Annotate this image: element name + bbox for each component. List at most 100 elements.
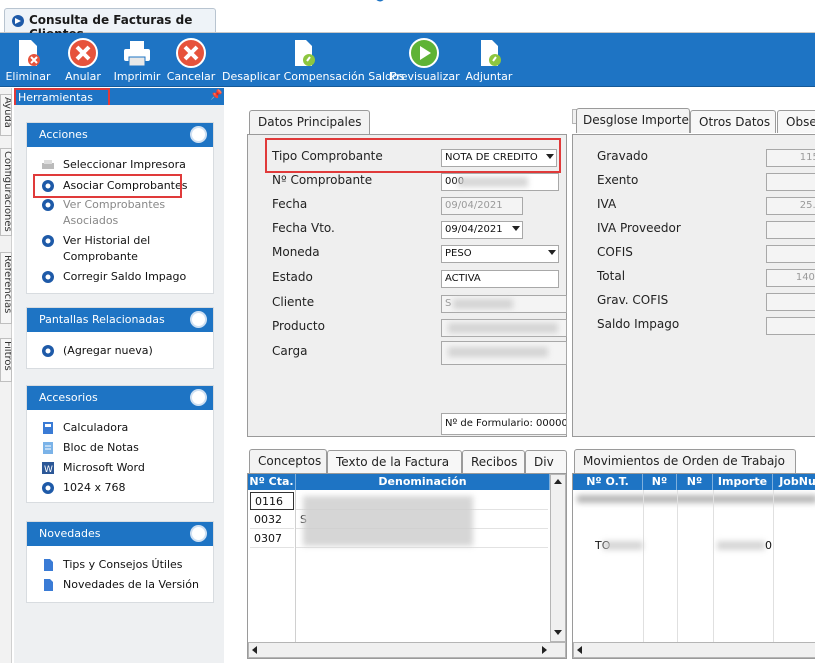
- horizontal-scrollbar[interactable]: [248, 642, 566, 658]
- link-icon: [42, 199, 54, 211]
- tab-configuraciones[interactable]: Configuraciones: [0, 148, 12, 236]
- side-panel: Acciones Seleccionar Impresora Asociar C…: [14, 105, 224, 663]
- attach-doc-icon: [481, 40, 501, 66]
- app-icon: [12, 15, 24, 27]
- column-header-ot[interactable]: Nº O.T.: [573, 474, 643, 490]
- collapse-icon[interactable]: [190, 389, 207, 406]
- novedades-version-link[interactable]: Novedades de la Versión: [41, 577, 199, 593]
- cancel-x-icon: [68, 38, 98, 68]
- scroll-left-icon[interactable]: [252, 646, 257, 654]
- agregar-nueva-link[interactable]: (Agregar nueva): [41, 343, 153, 359]
- table-row-cell[interactable]: 0307: [250, 530, 294, 548]
- tab-otros-datos[interactable]: Otros Datos: [690, 110, 776, 133]
- tab-conceptos[interactable]: Conceptos: [249, 449, 327, 474]
- tab-texto-factura[interactable]: Texto de la Factura: [327, 450, 462, 473]
- desaplicar-compensacion-button[interactable]: Desaplicar Compensación Saldos: [222, 35, 404, 85]
- tab-div[interactable]: Div: [525, 450, 567, 473]
- accesorios-group: Accesorios Calculadora Bloc de Notas W M…: [26, 385, 214, 503]
- scroll-up-icon[interactable]: [554, 479, 562, 484]
- delete-doc-icon: [19, 40, 40, 66]
- play-icon: [409, 38, 439, 68]
- scroll-right-icon[interactable]: [542, 646, 547, 654]
- gravado-field: 115.: [766, 149, 815, 167]
- bloc-notas-link[interactable]: Bloc de Notas: [41, 440, 139, 456]
- printer-icon: [124, 41, 150, 67]
- tab-desglose-importe[interactable]: Desglose Importe: [576, 108, 690, 133]
- grav-cofis-field: [766, 293, 815, 311]
- pantallas-group-header[interactable]: Pantallas Relacionadas: [27, 308, 213, 332]
- column-header-cli[interactable]: Nº Cli: [643, 474, 677, 501]
- tab-movimientos[interactable]: Movimientos de Orden de Trabajo: [574, 449, 796, 474]
- formulario-field: Nº de Formulario: 000000: [441, 413, 567, 435]
- scroll-left-icon[interactable]: [577, 646, 582, 654]
- pin-icon[interactable]: 📌: [210, 90, 222, 102]
- ver-historial-link[interactable]: Ver Historial del Comprobante: [41, 233, 150, 265]
- column-header-jobnu[interactable]: JobNu: [773, 474, 815, 490]
- chevron-down-icon: [512, 226, 520, 231]
- tipo-comprobante-select[interactable]: NOTA DE CREDITO: [441, 149, 557, 167]
- conceptos-grid: Nº Cta. Denominación 0116 0032 0307 S: [247, 473, 567, 659]
- chevron-down-icon: [546, 154, 554, 159]
- vertical-scrollbar[interactable]: [550, 474, 566, 642]
- tab-datos-principales[interactable]: Datos Principales: [249, 110, 370, 135]
- column-header-denominacion[interactable]: Denominación: [296, 474, 550, 490]
- redacted-block: [303, 496, 473, 546]
- corregir-saldo-link[interactable]: Corregir Saldo Impago: [41, 269, 186, 285]
- tips-link[interactable]: Tips y Consejos Útiles: [41, 557, 183, 573]
- redacted-block: [717, 541, 765, 550]
- collapse-icon[interactable]: [190, 311, 207, 328]
- document-icon: [295, 40, 315, 66]
- tab-referencias[interactable]: Referencias: [0, 252, 12, 324]
- total-field: 140.(: [766, 269, 815, 287]
- anular-button[interactable]: Anular: [60, 35, 106, 85]
- datos-panel: Tipo Comprobante NOTA DE CREDITO Nº Comp…: [247, 134, 567, 437]
- calculator-icon: [43, 422, 53, 434]
- column-header-cta[interactable]: Nº Cta: [677, 474, 713, 501]
- exento-field: [766, 173, 815, 191]
- scroll-down-icon[interactable]: [554, 630, 562, 635]
- novedades-group-header[interactable]: Novedades: [27, 522, 213, 546]
- fecha-input[interactable]: 09/04/2021: [441, 197, 523, 215]
- iva-proveedor-field: [766, 221, 815, 239]
- herramientas-header: Herramientas: [14, 88, 224, 105]
- seleccionar-impresora-link[interactable]: Seleccionar Impresora: [41, 157, 186, 173]
- collapse-icon[interactable]: [190, 525, 207, 542]
- collapse-icon[interactable]: [190, 126, 207, 143]
- redacted-block: [577, 495, 815, 503]
- asociar-comprobantes-link[interactable]: Asociar Comprobantes: [41, 178, 187, 194]
- microsoft-word-link[interactable]: W Microsoft Word: [41, 460, 145, 476]
- tab-observaciones[interactable]: Obse: [777, 110, 815, 133]
- previsualizar-button[interactable]: Previsualizar: [390, 35, 460, 85]
- column-header-importe[interactable]: Importe: [713, 474, 773, 490]
- estado-input[interactable]: ACTIVA: [441, 270, 559, 288]
- window-tab[interactable]: Consulta de Facturas de Clientes: [4, 8, 216, 41]
- cofis-field: [766, 245, 815, 263]
- calculadora-link[interactable]: Calculadora: [41, 420, 128, 436]
- adjuntar-button[interactable]: Adjuntar: [464, 35, 514, 85]
- resolution-link[interactable]: 1024 x 768: [41, 480, 126, 496]
- cancelar-button[interactable]: Cancelar: [166, 35, 216, 85]
- column-header-cta[interactable]: Nº Cta.: [248, 474, 296, 490]
- printer-small-icon: [42, 160, 54, 169]
- movimientos-grid: Nº O.T. Nº Cli Nº Cta Importe JobNu TO 0: [572, 473, 815, 659]
- eliminar-button[interactable]: Eliminar: [4, 35, 52, 85]
- acciones-group: Acciones Seleccionar Impresora Asociar C…: [26, 122, 214, 294]
- desglose-panel: Gravado 115. Exento IVA 25.4 IVA Proveed…: [572, 134, 815, 437]
- tab-filtros[interactable]: Filtros: [0, 338, 12, 382]
- tab-ayuda[interactable]: Ayuda: [0, 94, 12, 136]
- tab-recibos[interactable]: Recibos: [462, 450, 525, 473]
- accesorios-group-header[interactable]: Accesorios: [27, 386, 213, 410]
- table-row-cell[interactable]: 0116: [250, 492, 294, 510]
- side-tab-strip: Ayuda Configuraciones Referencias Filtro…: [0, 88, 12, 663]
- acciones-group-header[interactable]: Acciones: [27, 123, 213, 147]
- ver-comprobantes-asociados-link[interactable]: Ver Comprobantes Asociados: [41, 197, 165, 229]
- link-icon: [42, 482, 54, 494]
- table-row-cell[interactable]: 0: [761, 537, 781, 555]
- imprimir-button[interactable]: Imprimir: [112, 35, 162, 85]
- fecha-vto-select[interactable]: 09/04/2021: [441, 221, 523, 239]
- notepad-icon: [43, 442, 53, 454]
- table-row-cell[interactable]: 0032: [250, 511, 294, 529]
- moneda-select[interactable]: PESO: [441, 245, 559, 263]
- horizontal-scrollbar[interactable]: [573, 642, 815, 658]
- chevron-down-icon: [548, 250, 556, 255]
